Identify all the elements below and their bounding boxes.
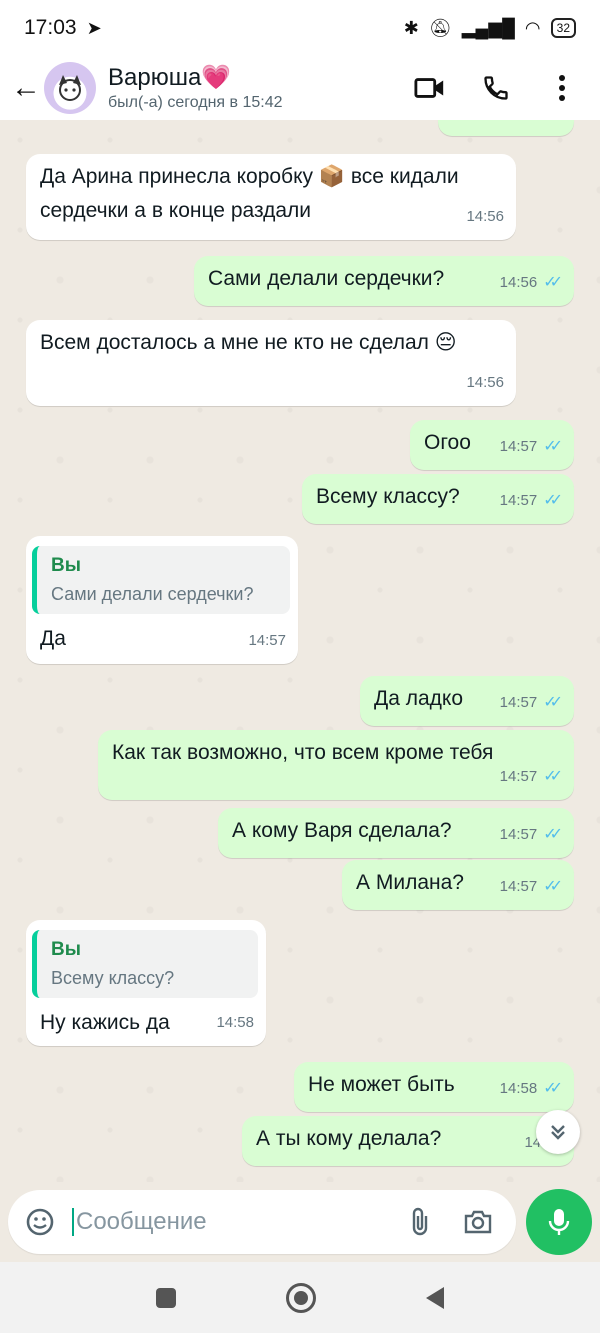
contact-name: Варюша💗 xyxy=(108,64,232,91)
message-input[interactable] xyxy=(72,1208,382,1236)
recents-button[interactable] xyxy=(156,1287,176,1308)
system-nav-bar xyxy=(0,1262,600,1333)
composer-bar xyxy=(0,1182,600,1262)
quote-text: Сами делали сердечки? xyxy=(51,584,254,604)
quote-text: Всему классу? xyxy=(51,968,175,988)
message-outgoing[interactable]: Как так возможно, что всем кроме тебя 14… xyxy=(98,730,574,800)
microphone-button[interactable] xyxy=(526,1189,592,1255)
message-incoming-reply[interactable]: Вы Всему классу? Ну кажись да 14:58 xyxy=(26,920,266,1046)
status-icons: ✱ 🔕︎ ▂▄▆█ ◠ 32 xyxy=(404,18,576,39)
message-outgoing[interactable]: Огоо 14:57 ✓✓ xyxy=(410,420,574,470)
telegram-icon: ➤ xyxy=(86,17,102,38)
quote-author: Вы xyxy=(51,555,81,576)
message-time: 14:58 xyxy=(499,1080,538,1097)
message-text: Да xyxy=(40,627,66,650)
quote-author: Вы xyxy=(51,939,81,960)
quoted-message[interactable]: Вы Всему классу? xyxy=(32,930,258,998)
read-ticks-icon: ✓✓ xyxy=(543,438,563,455)
scroll-down-chevron-icon[interactable] xyxy=(536,1110,580,1154)
read-ticks-icon: ✓✓ xyxy=(543,274,563,291)
message-time: 14:58 xyxy=(216,1014,254,1031)
message-time: 14:57 xyxy=(499,694,538,711)
message-outgoing[interactable]: Всему классу? 14:57 ✓✓ xyxy=(302,474,574,524)
wifi-icon: ◠ xyxy=(524,17,541,38)
mute-icon: 🔕︎ xyxy=(428,17,452,38)
message-outgoing[interactable]: А ты кому делала? 14:58 xyxy=(242,1116,574,1166)
phone-call-icon[interactable] xyxy=(480,72,512,104)
status-time: 17:03 xyxy=(24,16,77,39)
message-time: 14:56 xyxy=(499,274,538,291)
message-time: 14:57 xyxy=(499,768,538,785)
message-outgoing[interactable]: Да ладко 14:57 ✓✓ xyxy=(360,676,574,726)
message-incoming[interactable]: Всем досталось а мне не кто не сделал 😔 … xyxy=(26,320,516,406)
message-incoming-reply[interactable]: Вы Сами делали сердечки? Да 14:57 xyxy=(26,536,298,664)
message-time: 14:57 xyxy=(499,492,538,509)
message-time: 14:57 xyxy=(499,438,538,455)
back-arrow-icon[interactable]: ← xyxy=(2,71,50,105)
read-ticks-icon: ✓✓ xyxy=(543,694,563,711)
message-list[interactable]: Да Арина принесла коробку 📦 все кидали с… xyxy=(0,120,600,1182)
camera-icon[interactable] xyxy=(458,1209,498,1235)
message-time: 14:57 xyxy=(248,632,286,649)
video-call-icon[interactable] xyxy=(414,72,446,104)
battery-icon: 32 xyxy=(550,18,576,38)
read-ticks-icon: ✓✓ xyxy=(543,768,563,785)
sticker-emoji-icon[interactable] xyxy=(22,1207,58,1237)
contact-info[interactable]: Варюша💗 был(-а) сегодня в 15:42 xyxy=(108,64,283,112)
attach-icon[interactable] xyxy=(400,1206,440,1238)
composer-field xyxy=(8,1190,516,1254)
read-ticks-icon: ✓✓ xyxy=(543,492,563,509)
message-bubble-partial xyxy=(438,120,574,136)
message-outgoing[interactable]: Сами делали сердечки? 14:56 ✓✓ xyxy=(194,256,574,306)
back-button[interactable] xyxy=(426,1286,444,1309)
message-time: 14:57 xyxy=(499,826,538,843)
last-seen: был(-а) сегодня в 15:42 xyxy=(108,94,283,111)
more-options-icon[interactable] xyxy=(546,72,578,104)
quoted-message[interactable]: Вы Сами делали сердечки? xyxy=(32,546,290,614)
message-outgoing[interactable]: А кому Варя сделала? 14:57 ✓✓ xyxy=(218,808,574,858)
avatar[interactable] xyxy=(44,62,96,114)
status-bar: 17:03 ➤ ✱ 🔕︎ ▂▄▆█ ◠ 32 xyxy=(0,0,600,56)
read-ticks-icon: ✓✓ xyxy=(543,1080,563,1097)
message-text: Да Арина принесла коробку 📦 все кидали с… xyxy=(40,165,459,222)
read-ticks-icon: ✓✓ xyxy=(543,826,563,843)
message-outgoing[interactable]: Не может быть 14:58 ✓✓ xyxy=(294,1062,574,1112)
home-button[interactable] xyxy=(286,1282,316,1313)
microphone-icon xyxy=(548,1209,570,1235)
read-ticks-icon: ✓✓ xyxy=(543,878,563,895)
message-text: Всем досталось а мне не кто не сделал 😔 xyxy=(40,331,457,354)
message-incoming[interactable]: Да Арина принесла коробку 📦 все кидали с… xyxy=(26,154,516,240)
message-text: А ты кому делала? xyxy=(256,1127,442,1150)
message-time: 14:56 xyxy=(466,374,504,391)
chat-header: ← Варюша💗 был(-а) сегодня в 15:42 xyxy=(0,56,600,120)
message-time: 14:57 xyxy=(499,878,538,895)
message-time: 14:56 xyxy=(466,208,504,225)
signal-icon: ▂▄▆█ xyxy=(461,17,515,38)
kuromi-avatar-icon xyxy=(59,75,81,101)
message-outgoing[interactable]: А Милана? 14:57 ✓✓ xyxy=(342,860,574,910)
message-text: Как так возможно, что всем кроме тебя xyxy=(112,741,494,764)
bluetooth-icon: ✱ xyxy=(403,17,419,38)
